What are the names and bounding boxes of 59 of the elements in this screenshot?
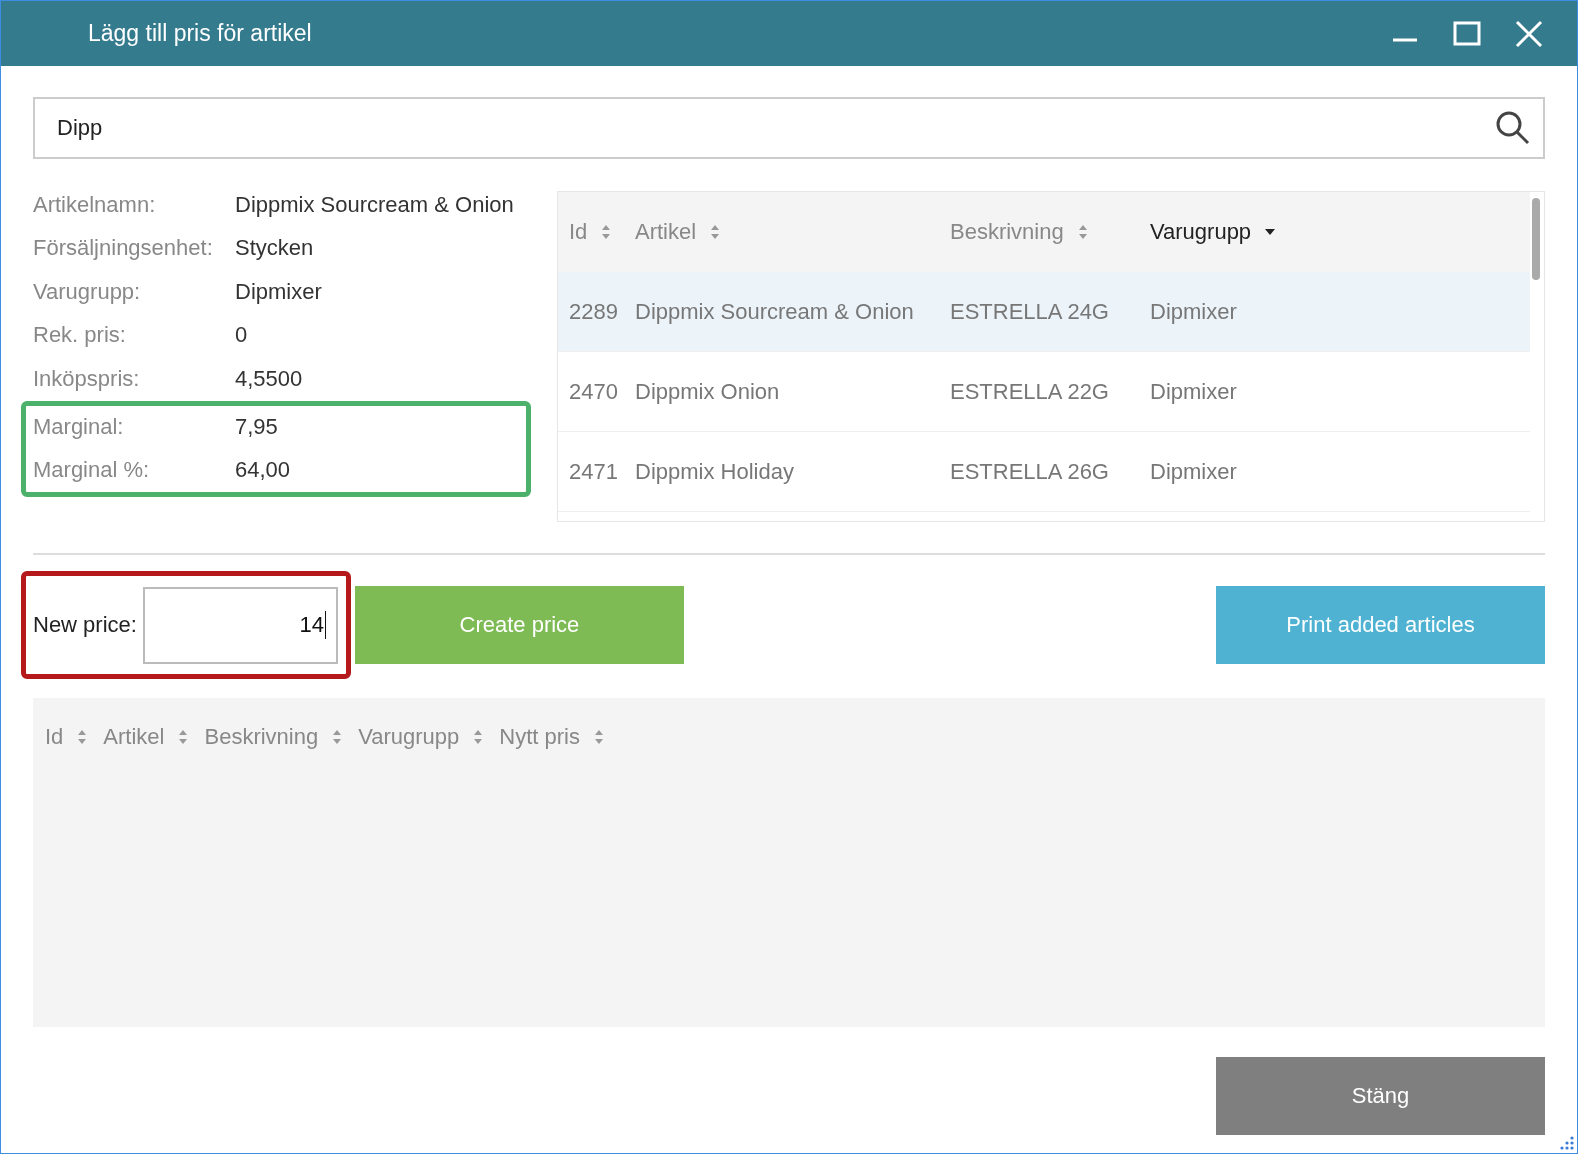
column-header[interactable]: Varugrupp — [1150, 219, 1252, 245]
sort-icon[interactable] — [601, 224, 612, 240]
field-label: New price: — [33, 612, 137, 638]
column-header[interactable]: Id — [45, 724, 64, 750]
table-cell-text: 2289 — [569, 298, 619, 325]
sort-icon[interactable] — [473, 729, 484, 745]
column-header[interactable]: Beskrivning — [950, 219, 1064, 245]
field-value: Stycken — [235, 235, 314, 262]
close-icon[interactable] — [1515, 19, 1543, 48]
field-label: Marginal: — [33, 414, 125, 440]
table-cell-text: ESTRELLA 22G — [950, 378, 1110, 405]
table-cell-text: Dippmix Sourcream & Onion — [635, 298, 915, 325]
sort-icon[interactable] — [178, 729, 189, 745]
close-button[interactable]: Stäng — [1216, 1057, 1545, 1135]
maximize-icon[interactable] — [1453, 19, 1481, 48]
field-label: Rek. pris: — [33, 322, 127, 349]
table-cell-text: Dippmix Onion — [635, 378, 781, 405]
field-label: Varugrupp: — [33, 278, 142, 305]
field-label: Inköpspris: — [33, 365, 141, 392]
field-label: Artikelnamn: — [33, 191, 157, 218]
table-cell-text: Dipmixer — [1150, 458, 1238, 485]
caret-icon[interactable] — [1265, 229, 1276, 235]
field-value: Dipmixer — [235, 278, 322, 305]
field-value: 7,95 — [235, 414, 278, 440]
sort-icon[interactable] — [1077, 224, 1088, 240]
table-cell-text: 2470 — [569, 378, 619, 405]
price-input[interactable]: 14 — [142, 586, 338, 664]
table-cell-text: 2471 — [569, 458, 619, 485]
field-value: Dippmix Sourcream & Onion — [235, 191, 514, 218]
field-value: 0 — [235, 322, 248, 349]
column-header[interactable]: Artikel — [635, 219, 697, 245]
column-header[interactable]: Varugrupp — [358, 724, 460, 750]
table-cell-text: Dippmix Holiday — [635, 458, 795, 485]
scrollbar-thumb[interactable] — [1532, 198, 1540, 280]
print-button[interactable]: Print added articles — [1216, 586, 1545, 664]
sort-icon[interactable] — [594, 729, 604, 745]
field-label: Marginal %: — [33, 457, 151, 483]
resize-grip-icon[interactable] — [1559, 1135, 1575, 1151]
table-cell-text: Dipmixer — [1150, 378, 1238, 405]
window-title: Lägg till pris för artikel — [88, 20, 312, 47]
table-row[interactable]: 2289 Dippmix Sourcream & Onion ESTRELLA 24G Dipmixer — [558, 272, 1530, 352]
search-field[interactable]: Dipp — [33, 97, 1545, 159]
field-label: Försäljningsenhet: — [33, 235, 214, 262]
sort-icon[interactable] — [77, 729, 88, 745]
sort-icon[interactable] — [332, 729, 343, 745]
table-cell-text: ESTRELLA 26G — [950, 458, 1110, 485]
sort-icon[interactable] — [710, 224, 721, 240]
table-row[interactable]: 2470 Dippmix Onion ESTRELLA 22G Dipmixer — [558, 352, 1530, 432]
table-cell-text: Dipmixer — [1150, 298, 1238, 325]
column-header[interactable]: Artikel — [103, 724, 165, 750]
table-cell-text: ESTRELLA 24G — [950, 298, 1110, 325]
table-row[interactable]: 2471 Dippmix Holiday ESTRELLA 26G Dipmixer — [558, 432, 1530, 512]
column-header[interactable]: Nytt pris — [499, 724, 580, 750]
search-icon[interactable] — [1495, 110, 1531, 146]
column-header[interactable]: Id — [569, 219, 588, 245]
field-value: 4,5500 — [235, 365, 303, 392]
column-header[interactable]: Beskrivning — [204, 724, 319, 750]
field-value: 64,00 — [235, 457, 291, 483]
create-price-button[interactable]: Create price — [354, 586, 684, 664]
